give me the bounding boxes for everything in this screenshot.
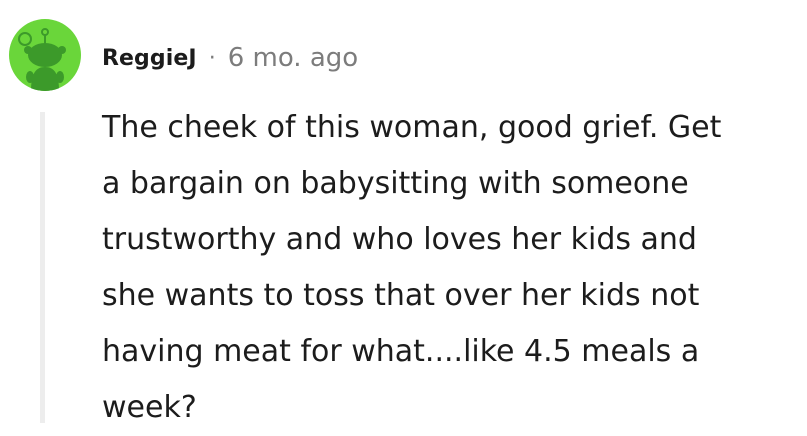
comment-body-line: trustworthy and who loves her kids and bbox=[102, 222, 697, 257]
comment-body: The cheek of this woman, good grief. Get… bbox=[102, 100, 792, 436]
comment-body-line: The cheek of this woman, good grief. Get bbox=[102, 110, 722, 145]
comment-timestamp[interactable]: 6 mo. ago bbox=[228, 43, 358, 73]
comment-body-line: a bargain on babysitting with someone bbox=[102, 166, 689, 201]
author-name[interactable]: ReggieJ bbox=[102, 46, 197, 71]
meta-separator: · bbox=[208, 45, 216, 71]
comment-body-line: week? bbox=[102, 390, 197, 425]
avatar[interactable] bbox=[9, 19, 81, 91]
comment-body-line: she wants to toss that over her kids not bbox=[102, 278, 700, 313]
comment: ReggieJ · 6 mo. ago The cheek of this wo… bbox=[0, 0, 807, 425]
snoo-avatar-icon bbox=[18, 28, 66, 91]
comment-body-line: having meat for what....like 4.5 meals a bbox=[102, 334, 700, 369]
thread-line[interactable] bbox=[40, 112, 45, 423]
comment-meta: ReggieJ · 6 mo. ago bbox=[102, 38, 358, 78]
